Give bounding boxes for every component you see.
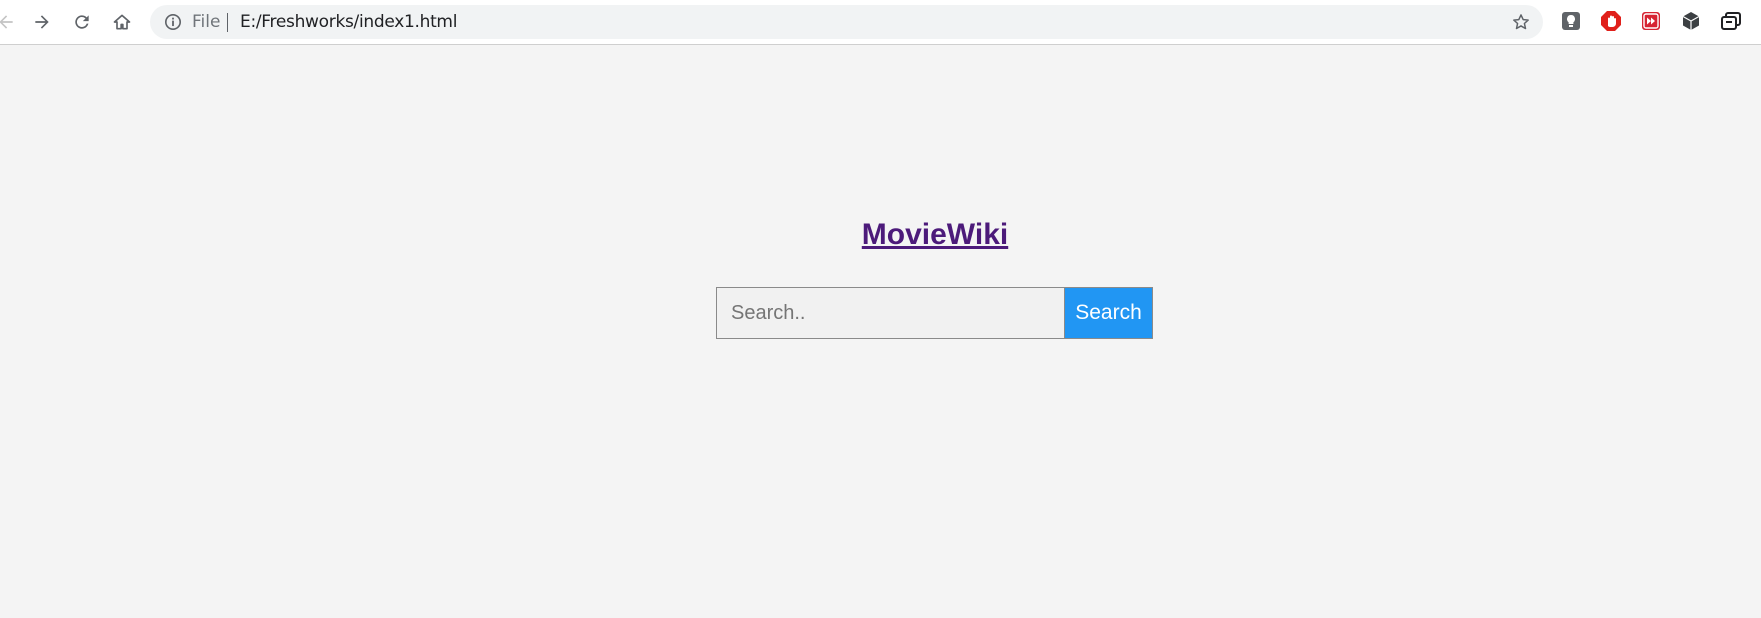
address-separator bbox=[227, 13, 228, 32]
url-text[interactable]: E:/Freshworks/index1.html bbox=[240, 12, 457, 32]
lightbulb-extension-icon[interactable] bbox=[1560, 10, 1582, 32]
page-title-link[interactable]: MovieWiki bbox=[0, 218, 1761, 252]
url-scheme-label: File bbox=[192, 12, 221, 32]
info-icon[interactable] bbox=[164, 13, 182, 31]
search-form: Search bbox=[716, 287, 1153, 339]
page-content: MovieWiki Search bbox=[0, 45, 1761, 618]
adblock-extension-icon[interactable] bbox=[1600, 10, 1622, 32]
address-bar[interactable]: File E:/Freshworks/index1.html bbox=[150, 5, 1543, 39]
search-input[interactable] bbox=[716, 287, 1065, 339]
media-extension-icon[interactable] bbox=[1640, 10, 1662, 32]
window-extension-icon[interactable] bbox=[1720, 10, 1742, 32]
forward-arrow-icon[interactable] bbox=[28, 8, 56, 36]
back-arrow-icon[interactable] bbox=[0, 8, 20, 36]
home-icon[interactable] bbox=[108, 8, 136, 36]
bookmark-star-icon[interactable] bbox=[1511, 12, 1531, 32]
reload-icon[interactable] bbox=[68, 8, 96, 36]
browser-toolbar: File E:/Freshworks/index1.html bbox=[0, 0, 1761, 45]
search-button[interactable]: Search bbox=[1065, 287, 1153, 339]
cube-extension-icon[interactable] bbox=[1680, 10, 1702, 32]
